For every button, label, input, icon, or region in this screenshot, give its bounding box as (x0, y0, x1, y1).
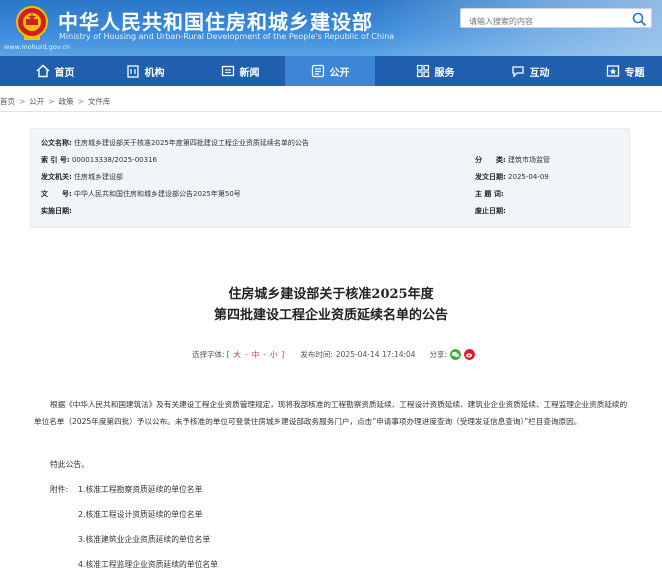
info-title-value: 住房城乡建设部关于核准2025年度第四批建设工程企业资质延续名单的公告 (74, 139, 309, 147)
nav-item-organization[interactable]: 机构 (110, 56, 180, 86)
disclosure-icon (311, 64, 324, 78)
info-issuer-value: 住房城乡建设部 (74, 173, 124, 181)
publish-time-label: 发布时间: (300, 350, 333, 359)
font-size-large[interactable]: 大 (233, 349, 241, 360)
nav-item-news[interactable]: 新闻 (205, 56, 275, 86)
font-size-bracket-close: ] (281, 350, 285, 359)
search-icon[interactable] (631, 11, 647, 27)
nav-item-home[interactable]: 首页 (20, 56, 90, 86)
nav-label: 机构 (144, 67, 165, 79)
attachments-label: 附件: (50, 485, 69, 494)
attachment-link-3[interactable]: 3.核准建筑业企业资质延续的单位名单 (78, 534, 210, 545)
info-docno-label: 文 号: (41, 190, 72, 198)
font-size-dash: - (244, 350, 248, 359)
info-expire-label: 废止日期: (475, 207, 506, 215)
main-nav: 首页 机构 新闻 公开 服务 互动 专题 (0, 56, 662, 86)
topic-icon (606, 65, 619, 77)
nav-label: 服务 (434, 67, 455, 79)
news-icon (221, 65, 234, 77)
info-date-label: 发文日期: (475, 173, 506, 181)
service-icon (416, 64, 429, 78)
breadcrumb-separator: > (19, 97, 26, 106)
info-category-value: 建筑市场监管 (508, 156, 551, 164)
breadcrumb: 首页 > 公开 > 政策 > 文件库 (0, 96, 110, 107)
info-index-row: 索 引 号: 000013338/2025-00316 (41, 155, 157, 165)
nav-item-interaction[interactable]: 互动 (495, 56, 565, 86)
wechat-icon[interactable] (450, 349, 462, 360)
nav-label: 首页 (54, 67, 75, 79)
share-label: 分享: (429, 350, 448, 359)
info-docno-value: 中华人民共和国住房和城乡建设部公告2025年第50号 (74, 190, 241, 198)
info-subject-label: 主 题 词: (475, 190, 504, 198)
breadcrumb-policy[interactable]: 政策 (59, 97, 74, 106)
nav-label: 专题 (624, 67, 645, 79)
nav-label: 新闻 (239, 67, 260, 79)
info-title-label: 公文名称: (41, 139, 72, 147)
info-date-row: 发文日期: 2025-04-09 (475, 172, 549, 182)
site-subtitle: Ministry of Housing and Urban-Rural Deve… (59, 32, 395, 41)
breadcrumb-separator: > (77, 97, 84, 106)
breadcrumb-separator: > (48, 97, 55, 106)
breadcrumb-home[interactable]: 首页 (0, 97, 15, 106)
info-date-value: 2025-04-09 (508, 173, 549, 181)
attachment-link-1[interactable]: 1.核准工程勘察资质延续的单位名单 (78, 484, 202, 495)
weibo-icon[interactable] (464, 349, 476, 360)
font-size-dash: - (263, 350, 266, 359)
article-title-line2: 第四批建设工程企业资质延续名单的公告 (213, 308, 448, 323)
article-closing: 特此公告。 (50, 460, 89, 469)
font-size-bracket-open: [ (226, 350, 230, 359)
article-title-line1: 住房城乡建设部关于核准2025年度 (228, 287, 434, 302)
home-icon (36, 64, 49, 78)
divider (0, 111, 662, 112)
info-issuer-label: 发文机关: (41, 173, 72, 181)
article-body-paragraph: 根据《中华人民共和国建筑法》及有关建设工程企业资质管理规定，现将我部核准的工程勘… (34, 396, 634, 430)
nav-label: 公开 (329, 67, 350, 79)
attachment-link-4[interactable]: 4.核准工程监理企业资质延续的单位名单 (78, 559, 218, 570)
article-body-text: 根据《中华人民共和国建筑法》及有关建设工程企业资质管理规定，现将我部核准的工程勘… (34, 400, 628, 426)
info-title-row: 公文名称: 住房城乡建设部关于核准2025年度第四批建设工程企业资质延续名单的公… (41, 138, 309, 148)
info-docno-row: 文 号: 中华人民共和国住房和城乡建设部公告2025年第50号 (41, 189, 241, 199)
publish-time-value: 2025-04-14 17:14:04 (335, 350, 416, 359)
article-meta: 选择字体: [ 大 - 中 - 小 ] 发布时间: 2025-04-14 17:… (192, 349, 476, 360)
site-header: 中华人民共和国住房和城乡建设部 Ministry of Housing and … (0, 0, 662, 56)
breadcrumb-disclosure[interactable]: 公开 (29, 97, 44, 106)
attachment-link-2[interactable]: 2.核准工程设计资质延续的单位名单 (78, 509, 202, 520)
info-expire-row: 废止日期: (475, 206, 506, 216)
national-emblem-icon (16, 6, 48, 40)
info-impl-label: 实施日期: (41, 207, 72, 215)
info-category-label: 分 类: (475, 156, 506, 164)
search-input[interactable] (461, 12, 621, 31)
info-impl-row: 实施日期: (41, 206, 72, 216)
info-index-value: 000013338/2025-00316 (71, 156, 157, 164)
nav-item-disclosure[interactable]: 公开 (285, 56, 375, 86)
site-url: www.mohurd.gov.cn (4, 43, 70, 51)
search-box (460, 8, 652, 31)
info-index-label: 索 引 号: (41, 156, 70, 164)
interaction-icon (511, 66, 524, 78)
font-size-label: 选择字体: (192, 350, 225, 359)
info-subject-row: 主 题 词: (475, 189, 504, 199)
document-info-box: 公文名称: 住房城乡建设部关于核准2025年度第四批建设工程企业资质延续名单的公… (30, 128, 630, 228)
info-issuer-row: 发文机关: 住房城乡建设部 (41, 172, 123, 182)
nav-item-service[interactable]: 服务 (400, 56, 470, 86)
site-title[interactable]: 中华人民共和国住房和城乡建设部 (58, 6, 373, 35)
breadcrumb-library[interactable]: 文件库 (88, 97, 111, 106)
info-category-row: 分 类: 建筑市场监管 (475, 155, 550, 165)
building-icon (126, 65, 139, 78)
nav-item-topic[interactable]: 专题 (590, 56, 660, 86)
font-size-small[interactable]: 小 (270, 349, 278, 360)
nav-label: 互动 (529, 67, 550, 79)
font-size-medium[interactable]: 中 (252, 349, 260, 360)
